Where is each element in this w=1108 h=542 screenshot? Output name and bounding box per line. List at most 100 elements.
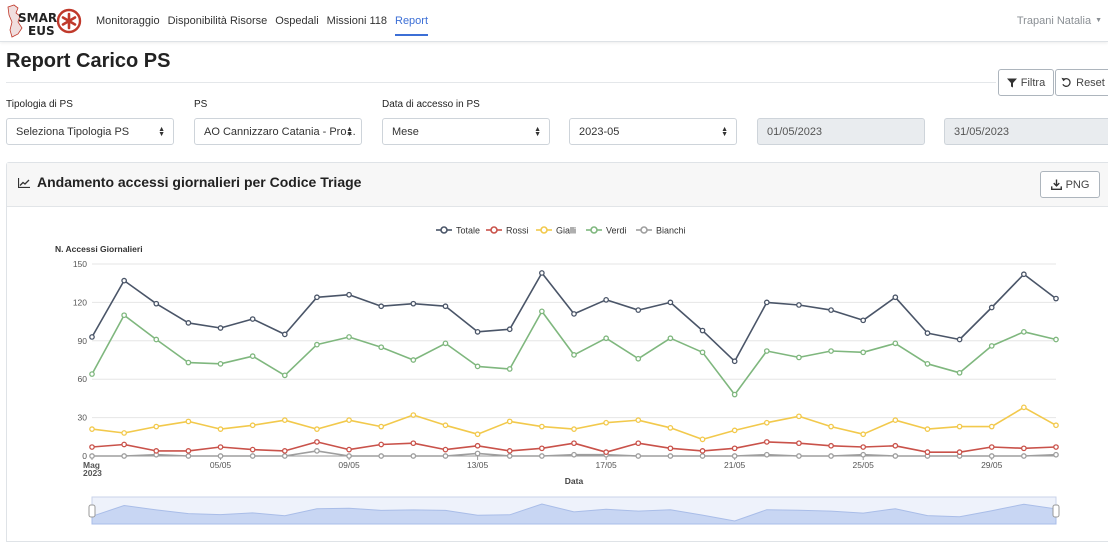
data-point-bianchi	[281, 453, 288, 459]
data-point-bianchi	[1021, 453, 1027, 459]
data-point-totale	[539, 270, 545, 276]
data-point-bianchi	[185, 453, 192, 459]
data-point-totale	[924, 330, 931, 336]
data-point-bianchi	[410, 453, 417, 459]
png-download-button[interactable]: PNG	[1040, 171, 1100, 198]
caret-down-icon: ▼	[1095, 17, 1102, 25]
data-point-totale	[346, 291, 352, 298]
x-tick-sublabel: 2023	[83, 468, 102, 478]
ps-select[interactable]: AO Cannizzaro Catania - Pro... ▲ ▼	[194, 118, 362, 145]
data-point-verdi	[153, 336, 160, 343]
data-point-rossi	[667, 445, 674, 452]
data-point-verdi	[763, 348, 770, 354]
nav-item-monitoraggio[interactable]: Monitoraggio	[96, 0, 160, 42]
data-point-gialli	[635, 417, 642, 424]
data-point-rossi	[924, 449, 931, 456]
data-point-bianchi	[346, 453, 352, 459]
data-point-verdi	[1053, 336, 1059, 343]
data-point-gialli	[217, 426, 224, 432]
nav-item-report[interactable]: Report	[395, 0, 429, 42]
date-from-input[interactable]: 01/05/2023	[757, 118, 925, 145]
data-point-rossi	[539, 445, 545, 452]
select-arrows-icon: ▲ ▼	[534, 126, 541, 138]
data-point-gialli	[828, 423, 834, 430]
data-point-gialli	[796, 413, 802, 420]
data-point-totale	[667, 299, 674, 306]
nav-item-ospedali[interactable]: Ospedali	[275, 0, 318, 42]
daily-access-chart[interactable]: Totale Rossi Gialli Verdi Bianchi N. Accessi …	[0, 206, 1108, 542]
navigator-right-handle[interactable]	[1052, 504, 1060, 518]
data-point-bianchi	[506, 453, 513, 459]
nav-item-missioni-118[interactable]: Missioni 118	[327, 0, 387, 42]
select-arrows-icon: ▲ ▼	[158, 126, 165, 138]
data-point-totale	[410, 300, 417, 307]
data-point-bianchi	[89, 453, 95, 459]
data-point-verdi	[667, 335, 674, 342]
period-select[interactable]: Mese ▲ ▼	[382, 118, 550, 145]
data-point-totale	[1053, 295, 1059, 302]
date-from-value: 01/05/2023	[767, 125, 823, 138]
month-select[interactable]: 2023-05 ▲ ▼	[569, 118, 737, 145]
data-point-totale	[828, 307, 834, 313]
download-icon	[1050, 179, 1062, 190]
tipologia-select[interactable]: Seleziona Tipologia PS ▲ ▼	[6, 118, 174, 145]
data-accesso-label: Data di accesso in PS	[382, 99, 480, 110]
data-point-totale	[89, 334, 95, 340]
filter-button[interactable]: Filtra	[998, 69, 1054, 96]
data-point-gialli	[924, 426, 931, 432]
data-point-rossi	[603, 449, 609, 456]
data-point-rossi	[763, 439, 770, 445]
data-point-gialli	[892, 417, 899, 424]
data-point-gialli	[89, 426, 95, 432]
x-tick-label: 21/05	[724, 460, 746, 470]
x-axis-label: Data	[565, 476, 584, 486]
reset-button[interactable]: Reset	[1055, 69, 1108, 96]
legend-label-bianchi: Bianchi	[656, 226, 686, 236]
data-point-verdi	[185, 359, 192, 366]
data-point-bianchi	[731, 453, 738, 459]
data-point-rossi	[956, 449, 963, 456]
data-point-totale	[763, 299, 770, 306]
data-point-totale	[603, 296, 609, 303]
data-point-verdi	[988, 343, 995, 349]
data-point-bianchi	[249, 453, 256, 459]
data-point-rossi	[217, 444, 224, 450]
data-point-rossi	[474, 442, 481, 449]
date-to-input[interactable]: 31/05/2023	[944, 118, 1108, 145]
data-point-totale	[892, 294, 899, 301]
data-point-bianchi	[892, 453, 899, 459]
data-point-totale	[474, 328, 481, 335]
data-point-rossi	[281, 448, 288, 454]
data-point-gialli	[860, 431, 867, 438]
data-point-rossi	[988, 444, 995, 450]
data-point-gialli	[763, 419, 770, 426]
legend-label-gialli: Gialli	[556, 226, 576, 236]
data-point-verdi	[796, 354, 802, 361]
nav-item-disponibilit-risorse[interactable]: Disponibilità Risorse	[168, 0, 268, 42]
data-point-rossi	[892, 442, 899, 449]
smareus-logo[interactable]: SMAR EUS	[6, 4, 82, 38]
data-point-gialli	[699, 436, 706, 443]
navigator-left-handle[interactable]	[88, 504, 96, 518]
chart-card-header: Andamento accessi giornalieri per Codice…	[7, 163, 1108, 207]
data-point-gialli	[1053, 422, 1059, 429]
data-point-bianchi	[699, 453, 706, 459]
user-menu[interactable]: Trapani Natalia ▼	[1017, 0, 1102, 42]
data-point-totale	[860, 317, 867, 324]
data-point-verdi	[635, 355, 642, 362]
data-point-totale	[956, 336, 963, 343]
x-tick-label: 09/05	[338, 460, 360, 470]
data-point-gialli	[281, 417, 288, 424]
data-point-rossi	[635, 440, 642, 447]
data-point-totale	[185, 320, 192, 326]
data-point-rossi	[153, 448, 160, 454]
data-point-gialli	[153, 423, 160, 430]
data-point-rossi	[378, 441, 385, 448]
data-point-gialli	[249, 422, 256, 429]
data-point-verdi	[539, 308, 545, 315]
data-point-totale	[378, 303, 385, 310]
data-point-rossi	[314, 439, 320, 445]
data-point-bianchi	[1053, 451, 1059, 458]
filter-button-label: Filtra	[1020, 76, 1046, 89]
svg-text:SMAR: SMAR	[18, 11, 57, 25]
